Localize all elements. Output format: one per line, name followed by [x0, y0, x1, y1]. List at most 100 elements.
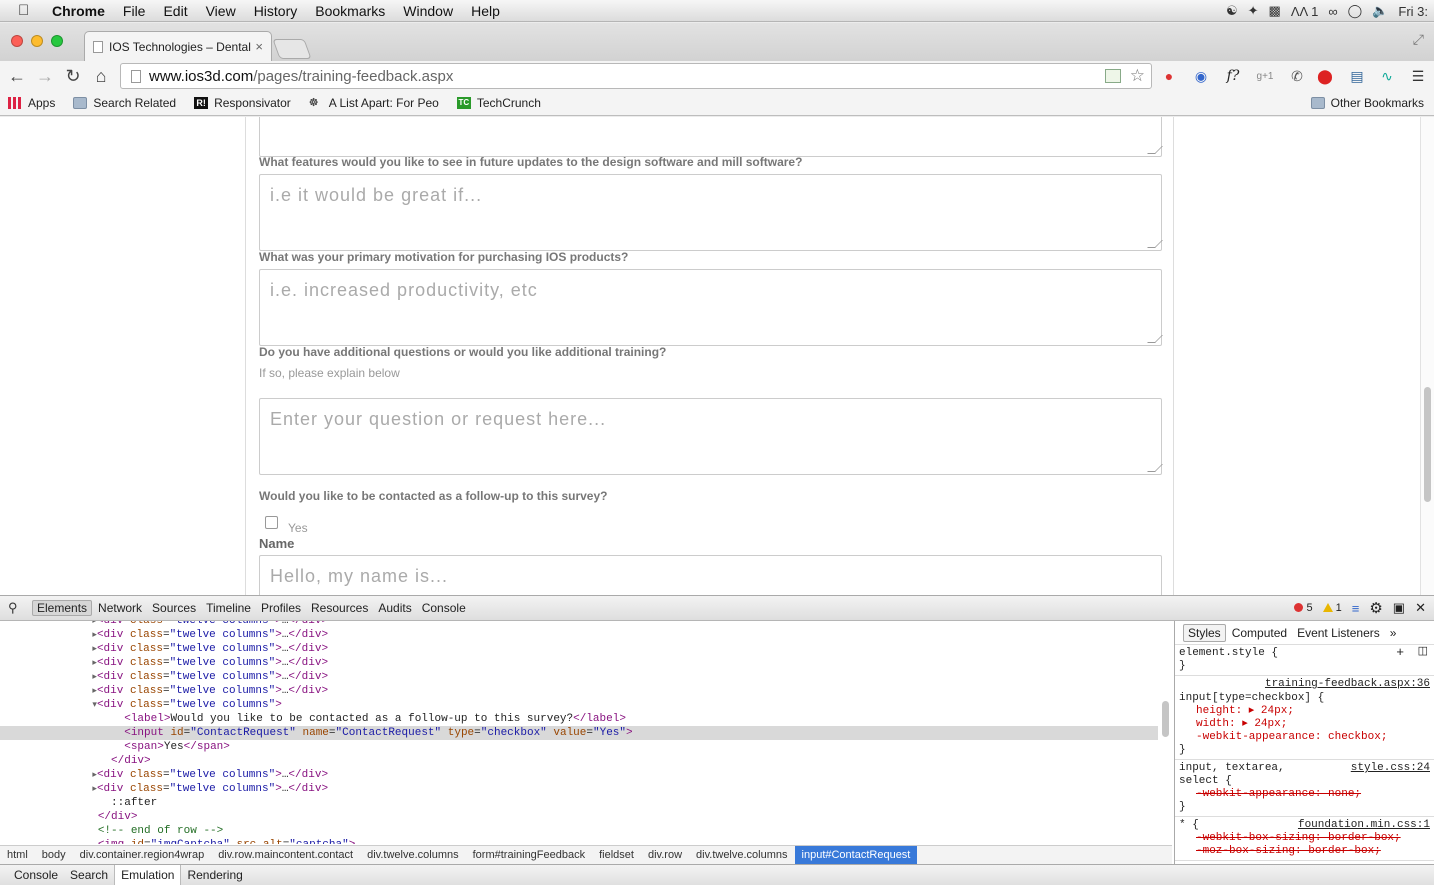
- breadcrumb-item[interactable]: input#ContactRequest: [794, 845, 918, 865]
- dom-node[interactable]: ▸<div class="twelve columns">…</div>: [0, 642, 1158, 656]
- name-input[interactable]: Hello, my name is...: [259, 555, 1162, 595]
- adobe-icon[interactable]: ΛΛ 1: [1291, 4, 1319, 19]
- volume-icon[interactable]: 🔈: [1372, 3, 1388, 19]
- additional-textarea[interactable]: Enter your question or request here...: [259, 398, 1163, 475]
- drawer-tab-console[interactable]: Console: [8, 865, 64, 885]
- menu-bookmarks[interactable]: Bookmarks: [315, 3, 385, 19]
- toggle-state-icon[interactable]: ◫: [1418, 646, 1428, 659]
- rss-icon[interactable]: [1105, 69, 1121, 83]
- dom-node[interactable]: ▸<div class="twelve columns">…</div>: [0, 768, 1158, 782]
- apple-icon[interactable]: : [18, 2, 38, 19]
- address-bar[interactable]: www.ios3d.com/pages/training-feedback.as…: [120, 63, 1152, 89]
- home-icon[interactable]: ⌂: [90, 66, 112, 87]
- clock[interactable]: Fri 3:: [1398, 4, 1428, 19]
- console-drawer-icon[interactable]: ≡: [1352, 601, 1360, 616]
- rule-input-checkbox[interactable]: training-feedback.aspx:36 input[type=che…: [1175, 676, 1434, 760]
- new-tab-button[interactable]: [272, 39, 312, 59]
- drawer-tab-rendering[interactable]: Rendering: [181, 865, 248, 885]
- dom-node[interactable]: ▾<div class="twelve columns">: [0, 698, 1158, 712]
- bookmark-techcrunch[interactable]: TC TechCrunch: [456, 96, 541, 110]
- menu-history[interactable]: History: [254, 3, 298, 19]
- creative-cloud-icon[interactable]: ☯: [1226, 3, 1238, 19]
- close-devtools-icon[interactable]: ✕: [1415, 600, 1426, 616]
- features-textarea[interactable]: i.e it would be great if...: [259, 174, 1163, 251]
- reload-icon[interactable]: ↻: [62, 66, 84, 87]
- tab-elements[interactable]: Elements: [32, 600, 93, 616]
- previous-textarea[interactable]: [259, 117, 1163, 157]
- tab-timeline[interactable]: Timeline: [202, 601, 255, 615]
- menu-view[interactable]: View: [206, 3, 236, 19]
- dom-node[interactable]: ▸<div class="twelve columns">…</div>: [0, 628, 1158, 642]
- menu-help[interactable]: Help: [471, 3, 500, 19]
- dom-node[interactable]: <label>Would you like to be contacted as…: [0, 712, 1158, 726]
- tab-audits[interactable]: Audits: [374, 601, 415, 615]
- menu-file[interactable]: File: [123, 3, 146, 19]
- window-close-button[interactable]: [11, 35, 23, 47]
- breadcrumb-item[interactable]: form#trainingFeedback: [466, 846, 593, 865]
- resize-grip-icon[interactable]: [1147, 464, 1163, 472]
- dom-node[interactable]: ▸<div class="twelve columns">…</div>: [0, 782, 1158, 796]
- dom-node[interactable]: ▸<div class="twelve columns">…</div>: [0, 684, 1158, 698]
- page-scrollbar-track[interactable]: [1420, 117, 1434, 595]
- bookmark-other[interactable]: Other Bookmarks: [1310, 96, 1424, 110]
- tab-event-listeners[interactable]: Event Listeners: [1293, 625, 1384, 641]
- css-prop-box-sizing[interactable]: -webkit-box-sizing: border-box;: [1179, 832, 1430, 845]
- breadcrumb-item[interactable]: div.twelve.columns: [689, 846, 795, 865]
- tab-sources[interactable]: Sources: [148, 601, 200, 615]
- rule-input-textarea[interactable]: style.css:24 input, textarea, select { -…: [1175, 760, 1434, 817]
- rule-source-link[interactable]: style.css:24: [1351, 762, 1430, 775]
- add-rule-icon[interactable]: +: [1396, 646, 1404, 659]
- arrow-left-icon[interactable]: ←: [6, 66, 28, 87]
- browser-tab[interactable]: IOS Technologies – Dental ×: [84, 31, 272, 61]
- styles-more-icon[interactable]: »: [1386, 625, 1401, 641]
- tab-profiles[interactable]: Profiles: [257, 601, 305, 615]
- bookmark-a-list-apart[interactable]: ☸ A List Apart: For Peo: [309, 96, 439, 110]
- dom-node[interactable]: ▸<div class="twelve columns">…</div>: [0, 670, 1158, 684]
- dom-node[interactable]: ::after: [0, 796, 1158, 810]
- dom-node[interactable]: <span>Yes</span>: [0, 740, 1158, 754]
- error-count[interactable]: 5: [1294, 602, 1313, 614]
- tab-styles[interactable]: Styles: [1183, 623, 1226, 642]
- resize-grip-icon[interactable]: [1147, 146, 1163, 154]
- tab-computed[interactable]: Computed: [1228, 625, 1291, 641]
- css-prop-appearance-overridden[interactable]: -webkit-appearance: none;: [1179, 788, 1430, 801]
- rule-source-link[interactable]: foundation.min.css:1: [1298, 819, 1430, 832]
- messages-icon[interactable]: ◯: [1348, 3, 1363, 19]
- extension-circle-icon[interactable]: ◉: [1190, 65, 1212, 87]
- tab-resources[interactable]: Resources: [307, 601, 372, 615]
- adblock-icon[interactable]: ⬤: [1314, 65, 1336, 87]
- css-prop-height[interactable]: height: ▸ 24px;: [1179, 705, 1430, 718]
- contact-request-checkbox[interactable]: [265, 516, 278, 529]
- drawer-tab-emulation[interactable]: Emulation: [114, 865, 182, 885]
- breadcrumb-item[interactable]: fieldset: [592, 846, 641, 865]
- fquery-icon[interactable]: f?: [1222, 65, 1244, 87]
- rule-source-link[interactable]: training-feedback.aspx:36: [1265, 678, 1430, 691]
- css-prop-width[interactable]: width: ▸ 24px;: [1179, 718, 1430, 731]
- window-minimize-button[interactable]: [31, 35, 43, 47]
- inspect-search-icon[interactable]: ⚲: [8, 600, 26, 616]
- page-scrollbar-thumb[interactable]: [1424, 387, 1431, 502]
- infinity-icon[interactable]: ∞: [1328, 4, 1337, 19]
- menu-window[interactable]: Window: [403, 3, 453, 19]
- dom-node-selected[interactable]: <input id="ContactRequest" name="Contact…: [0, 726, 1158, 740]
- tab-network[interactable]: Network: [94, 601, 146, 615]
- window-zoom-button[interactable]: [51, 35, 63, 47]
- breadcrumb-item[interactable]: html: [0, 846, 35, 865]
- dom-node[interactable]: ▸<div class="twelve columns">…</div>: [0, 656, 1158, 670]
- warning-count[interactable]: 1: [1322, 602, 1342, 614]
- dom-node[interactable]: </div>: [0, 810, 1158, 824]
- dom-node[interactable]: <img id="imgCaptcha" src alt="captcha">: [0, 838, 1158, 844]
- rule-element-style[interactable]: element.style { } + ◫: [1175, 645, 1434, 676]
- arrow-right-icon[interactable]: →: [34, 66, 56, 87]
- motivation-textarea[interactable]: i.e. increased productivity, etc: [259, 269, 1163, 346]
- dom-scrollbar-thumb[interactable]: [1162, 701, 1169, 737]
- dom-node[interactable]: <!-- end of row -->: [0, 824, 1158, 838]
- google-plus-icon[interactable]: g+1: [1254, 65, 1276, 87]
- map-pin-icon[interactable]: ●: [1158, 65, 1180, 87]
- css-prop-appearance[interactable]: -webkit-appearance: checkbox;: [1179, 731, 1430, 744]
- dom-node[interactable]: </div>: [0, 754, 1158, 768]
- resize-grip-icon[interactable]: [1147, 240, 1163, 248]
- breadcrumb-item[interactable]: div.twelve.columns: [360, 846, 466, 865]
- breadcrumb-item[interactable]: body: [35, 846, 73, 865]
- menu-hamburger-icon[interactable]: ☰: [1407, 65, 1429, 87]
